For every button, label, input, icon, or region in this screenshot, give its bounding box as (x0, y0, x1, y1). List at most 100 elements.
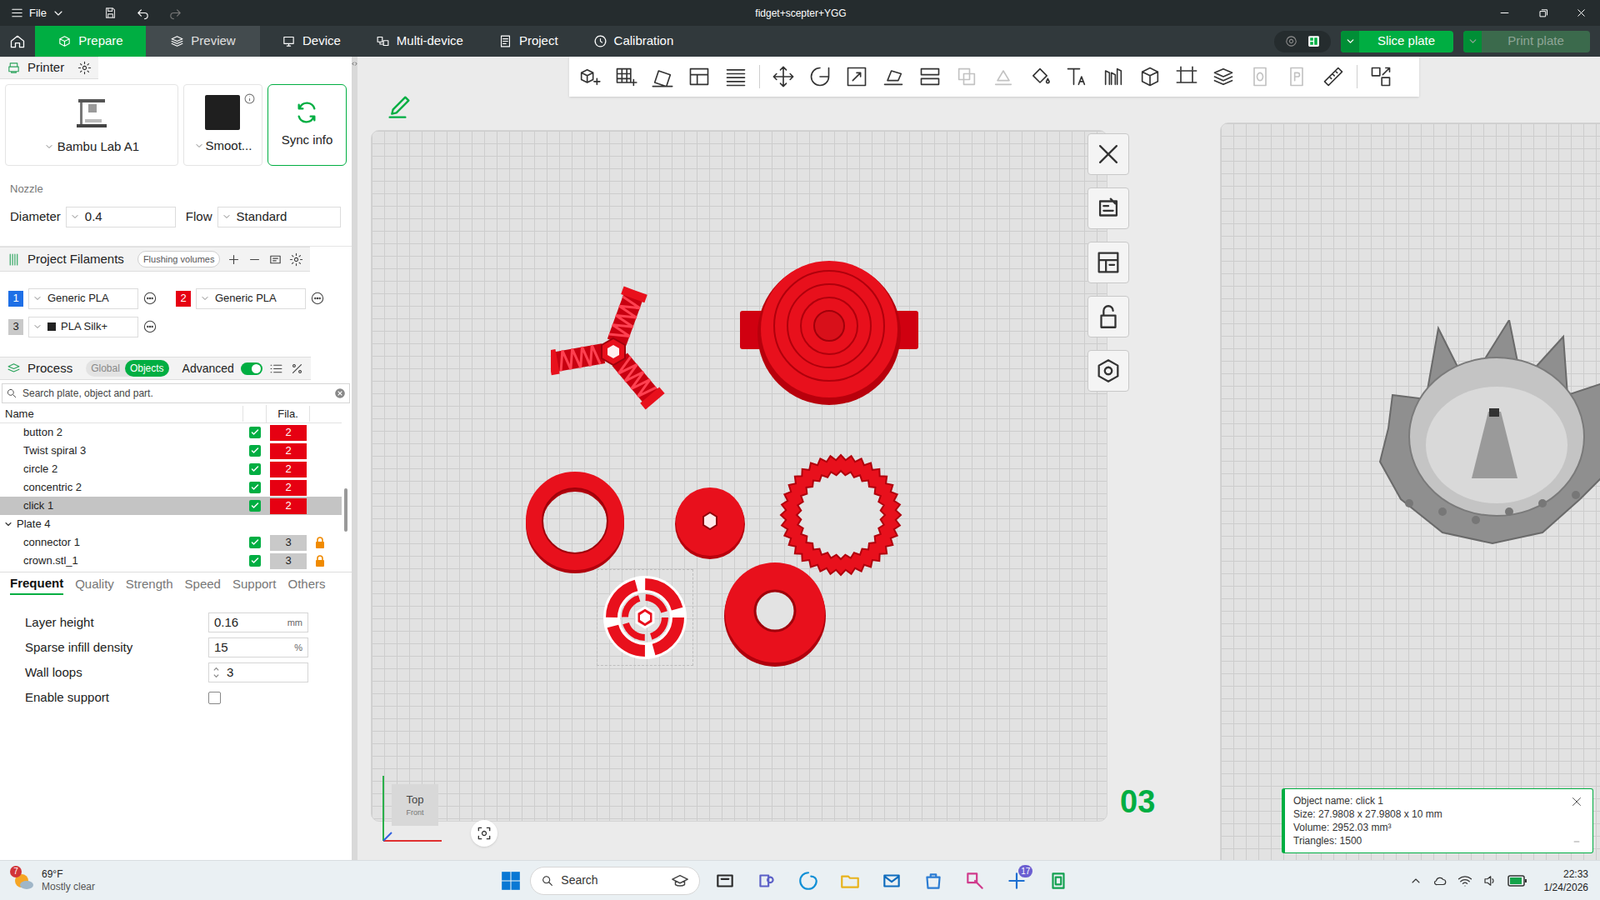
object-row[interactable]: click 12 (0, 496, 342, 515)
plate-object[interactable] (601, 574, 689, 661)
plate-tool-button[interactable] (1087, 295, 1130, 338)
object-row[interactable]: Twist spiral 32 (0, 441, 342, 460)
setting-input[interactable]: 15% (208, 637, 309, 659)
settings-tab[interactable]: Others (288, 575, 326, 595)
toolbar-button[interactable] (770, 63, 797, 90)
plate-object[interactable] (524, 471, 626, 574)
nav-tab[interactable]: Multi-device (362, 25, 477, 57)
object-row[interactable]: crown.stl_13 (0, 551, 342, 570)
object-checkbox[interactable] (249, 426, 261, 439)
printer-card[interactable]: Bambu Lab A1 (5, 84, 179, 166)
clock[interactable]: 22:331/24/2026 (1544, 867, 1589, 895)
filament-cell[interactable]: 3 (270, 535, 307, 551)
settings-tab[interactable]: Strength (125, 575, 174, 595)
taskbar-search[interactable]: Search (530, 866, 700, 895)
file-menu[interactable]: File (0, 5, 84, 22)
toolbar-button[interactable] (806, 63, 834, 90)
donut-object[interactable] (720, 559, 830, 668)
minimize-button[interactable] (1485, 0, 1524, 26)
plate-object[interactable] (720, 559, 830, 668)
start-icon[interactable] (500, 870, 522, 892)
toolbar-button[interactable] (722, 63, 750, 90)
toolbar-button[interactable] (1367, 63, 1395, 90)
clear-icon[interactable] (334, 387, 346, 400)
button-object[interactable] (740, 259, 919, 408)
plate-tool-button[interactable] (1087, 350, 1130, 392)
spin-arrows-icon[interactable] (212, 665, 220, 680)
build-plate[interactable] (370, 130, 1108, 822)
nav-tab[interactable]: Project (485, 25, 572, 57)
spiral-object[interactable] (550, 285, 676, 419)
object-row[interactable]: circle 22 (0, 460, 342, 479)
toolbar-button[interactable] (1246, 63, 1274, 90)
view-switch[interactable] (1274, 30, 1331, 53)
close-button[interactable] (1561, 0, 1600, 26)
plate-object[interactable] (550, 285, 676, 419)
taskbar-app[interactable] (875, 864, 909, 898)
taskbar-app[interactable] (708, 864, 742, 898)
object-search[interactable]: Search plate, object and part. (1, 383, 350, 404)
plate-tool-button[interactable] (1087, 187, 1130, 230)
plate-tool-button[interactable] (1087, 133, 1130, 175)
nav-tab[interactable]: Device (268, 25, 355, 57)
plate-object[interactable] (740, 259, 919, 408)
3d-canvas[interactable]: 03TopFrontObject name: click 1Size: 27.9… (357, 56, 1600, 860)
toolbar-button[interactable] (1063, 63, 1090, 90)
object-checkbox[interactable] (249, 555, 261, 567)
toolbar-button[interactable] (1283, 63, 1310, 90)
toolbar-button[interactable] (1026, 63, 1054, 90)
object-checkbox[interactable] (249, 481, 261, 494)
taskbar-app[interactable] (750, 864, 784, 898)
taskbar-app[interactable] (833, 864, 867, 898)
toolbar-button[interactable] (1136, 63, 1164, 90)
lock-icon[interactable] (315, 555, 325, 567)
toolbar-button[interactable] (1100, 63, 1127, 90)
flow-select[interactable]: Standard (217, 206, 341, 228)
filament-cell[interactable]: 2 (270, 425, 307, 441)
filament-row[interactable]: 2Generic PLA (175, 286, 344, 310)
object-checkbox[interactable] (249, 445, 261, 457)
settings-tab[interactable]: Quality (75, 575, 115, 595)
flushing-volumes-button[interactable]: Flushing volumes (137, 250, 221, 269)
nav-tab[interactable]: Prepare (35, 25, 146, 57)
toolbar-button[interactable] (575, 63, 603, 90)
view-cube[interactable]: TopFront (378, 770, 445, 846)
plate-object[interactable] (779, 453, 903, 577)
filament-row[interactable]: 3PLA Silk+ (8, 315, 176, 339)
toolbar-button[interactable] (953, 63, 980, 90)
toolbar-button[interactable] (1210, 63, 1237, 90)
sidebar-splitter[interactable] (351, 56, 358, 860)
toolbar-button[interactable] (1173, 63, 1200, 90)
lock-icon[interactable] (315, 536, 325, 549)
weather-widget[interactable]: 769°FMostly clear (0, 868, 250, 894)
settings-tab[interactable]: Support (232, 575, 277, 595)
action-button[interactable]: Print plate (1463, 30, 1590, 53)
plate-tool-button[interactable] (1087, 241, 1130, 284)
taskbar-app[interactable] (791, 864, 825, 898)
plate-row[interactable]: Plate 4 (0, 515, 342, 534)
cone-object[interactable] (672, 485, 748, 560)
advanced-toggle[interactable] (240, 362, 263, 375)
action-button[interactable]: Slice plate (1340, 30, 1454, 53)
camera-reset-button[interactable] (470, 820, 498, 847)
plate-type-card[interactable]: Smoot... (183, 84, 263, 166)
sync-info-button[interactable]: Sync info (267, 84, 347, 166)
nav-tab[interactable]: Preview (145, 25, 260, 57)
filament-cell[interactable]: 2 (270, 461, 307, 478)
list-scrollbar[interactable] (341, 405, 352, 572)
filament-cell[interactable]: 2 (270, 443, 307, 460)
filament-cell[interactable]: 2 (270, 498, 307, 515)
toolbar-button[interactable] (916, 63, 944, 90)
toolbar-button[interactable] (1320, 63, 1347, 90)
settings-tab[interactable]: Speed (185, 575, 221, 595)
object-row[interactable]: connector 13 (0, 533, 342, 552)
filament-cell[interactable]: 3 (270, 553, 307, 570)
nav-tab[interactable]: Calibration (580, 25, 688, 57)
toolbar-button[interactable] (685, 63, 713, 90)
maximize-button[interactable] (1523, 0, 1562, 26)
setting-input[interactable]: 0.16mm (208, 612, 309, 634)
filament-row[interactable]: 1Generic PLA (8, 286, 176, 310)
object-checkbox[interactable] (249, 500, 261, 512)
toolbar-button[interactable] (843, 63, 870, 90)
settings-tab[interactable]: Frequent (10, 574, 64, 595)
